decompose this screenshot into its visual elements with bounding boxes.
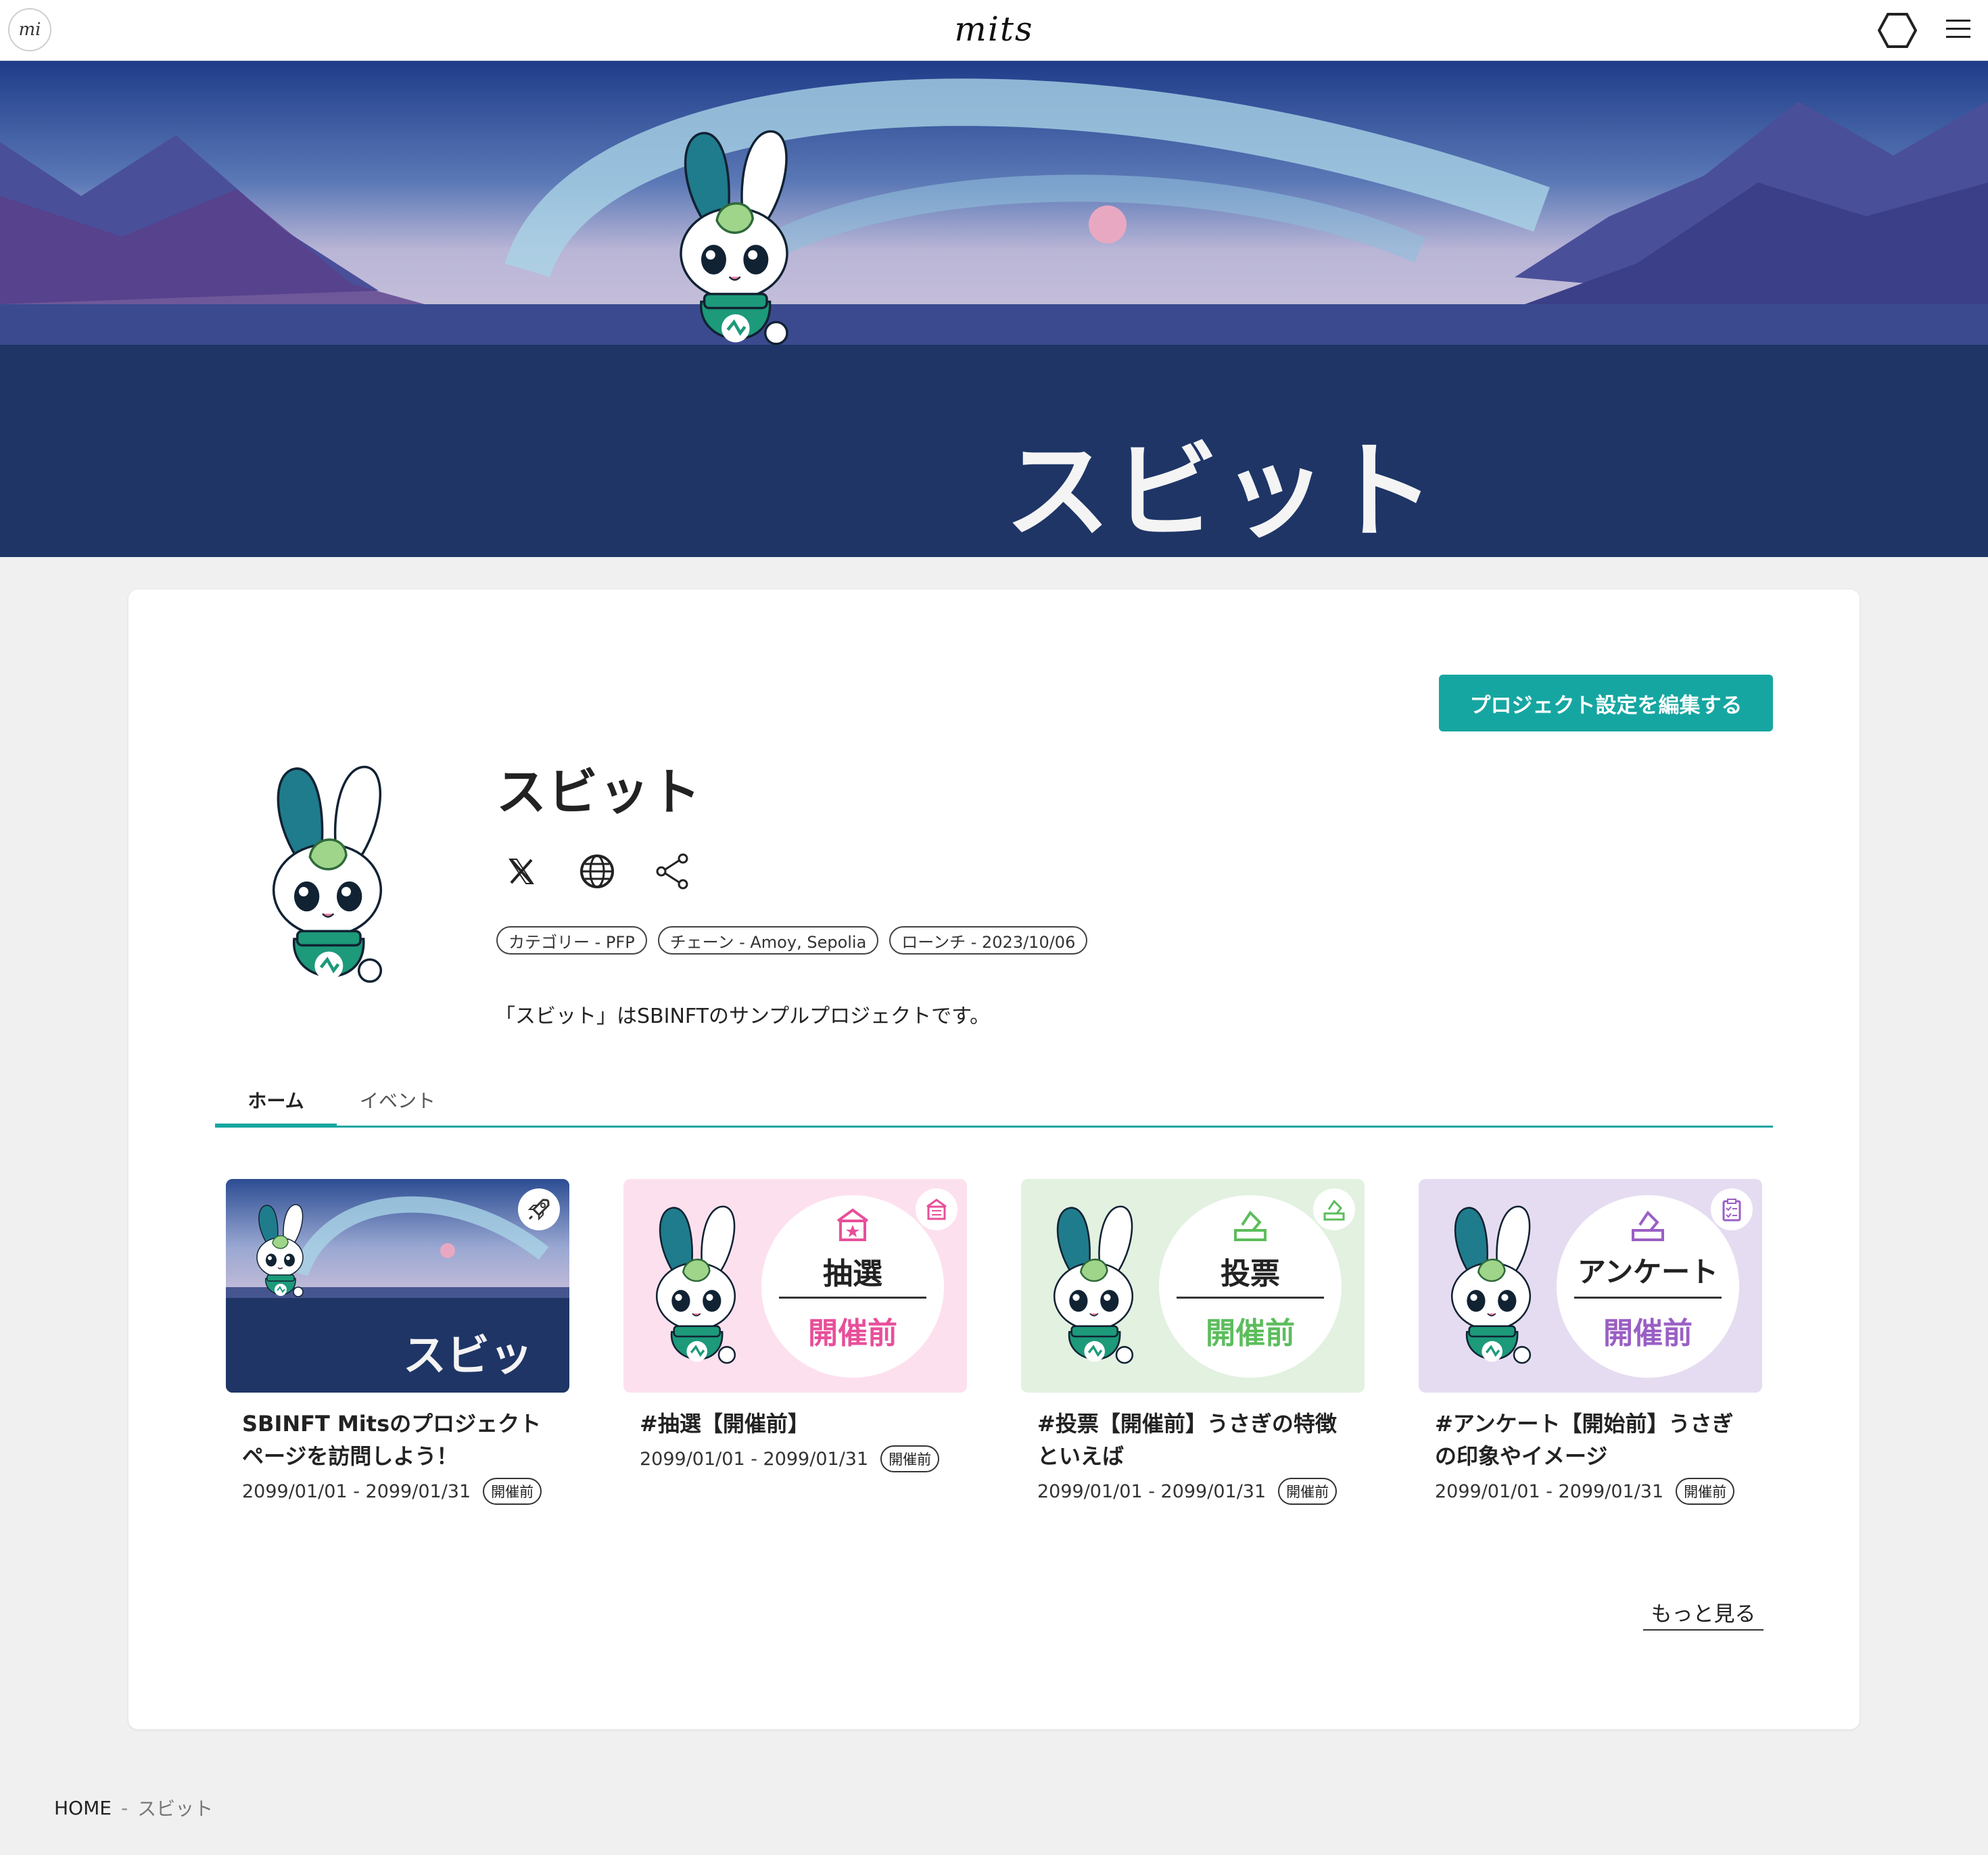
event-card[interactable]: 投票 開催前 #投票【開催前】うさぎの特徴といえば 2099/01/01 - 2… bbox=[1021, 1179, 1365, 1505]
rocket-icon bbox=[518, 1188, 560, 1230]
mits-brand-logo[interactable]: mits bbox=[947, 7, 1041, 51]
hero-title: スビット bbox=[1005, 430, 1438, 553]
status-badge: 開催前 bbox=[1676, 1478, 1735, 1505]
category-tag: カテゴリー - PFP bbox=[496, 926, 647, 955]
tab-events[interactable]: イベント bbox=[350, 1074, 445, 1126]
status-badge: 開催前 bbox=[483, 1478, 542, 1505]
event-thumbnail-text: スビット bbox=[403, 1331, 533, 1381]
mits-logo-badge[interactable]: mi bbox=[8, 8, 51, 51]
bunny-mascot bbox=[1434, 1199, 1548, 1382]
hero-illustration bbox=[0, 61, 1988, 557]
globe-icon[interactable] bbox=[576, 850, 618, 892]
project-tags: カテゴリー - PFP チェーン - Amoy, Sepolia ローンチ - … bbox=[496, 926, 1088, 955]
breadcrumb-home[interactable]: HOME bbox=[54, 1797, 112, 1819]
event-title[interactable]: SBINFT Mitsのプロジェクトページを訪問しよう！ bbox=[226, 1407, 569, 1472]
event-state-label: 開催前 bbox=[1603, 1316, 1693, 1351]
ballot-box-icon bbox=[1230, 1205, 1271, 1245]
project-card: プロジェクト設定を編集する スビット カテゴリー - PFP チェーン - Am… bbox=[128, 589, 1860, 1729]
event-meta: 2099/01/01 - 2099/01/31 開催前 bbox=[226, 1478, 569, 1505]
event-title[interactable]: #抽選【開催前】 bbox=[623, 1407, 967, 1440]
project-name: スビット bbox=[496, 763, 702, 821]
event-type-label: アンケート bbox=[1577, 1255, 1719, 1288]
hamburger-menu-icon[interactable] bbox=[1945, 18, 1972, 41]
breadcrumb: HOME - スビット bbox=[54, 1794, 213, 1821]
event-type-badge: 投票 開催前 bbox=[1159, 1195, 1342, 1378]
project-tabs: ホーム イベント bbox=[215, 1074, 1773, 1128]
event-type-label: 抽選 bbox=[823, 1257, 882, 1291]
event-type-label: 投票 bbox=[1221, 1257, 1280, 1291]
event-thumbnail[interactable]: スビット bbox=[226, 1179, 569, 1393]
ballot-box-icon bbox=[1628, 1205, 1668, 1245]
lottery-shop-icon bbox=[916, 1188, 957, 1230]
event-dates: 2099/01/01 - 2099/01/31 bbox=[640, 1448, 869, 1470]
event-thumbnail[interactable]: 投票 開催前 bbox=[1021, 1179, 1365, 1393]
lottery-shop-icon bbox=[832, 1205, 873, 1245]
bunny-mascot bbox=[1036, 1199, 1151, 1382]
hero-banner: スビット bbox=[0, 61, 1988, 557]
divider bbox=[779, 1297, 926, 1299]
breadcrumb-separator: - bbox=[120, 1796, 128, 1819]
edit-project-settings-button[interactable]: プロジェクト設定を編集する bbox=[1439, 675, 1773, 731]
event-meta: 2099/01/01 - 2099/01/31 開催前 bbox=[1419, 1478, 1762, 1505]
tab-home[interactable]: ホーム bbox=[215, 1074, 337, 1128]
bunny-mascot bbox=[638, 1199, 753, 1382]
hexagon-icon[interactable] bbox=[1877, 12, 1918, 49]
event-meta: 2099/01/01 - 2099/01/31 開催前 bbox=[623, 1445, 967, 1472]
event-card[interactable]: 抽選 開催前 #抽選【開催前】 2099/01/01 - 2099/01/31 … bbox=[623, 1179, 967, 1472]
status-badge: 開催前 bbox=[1278, 1478, 1338, 1505]
event-type-badge: アンケート 開催前 bbox=[1557, 1195, 1739, 1378]
event-card[interactable]: スビット SBINFT Mitsのプロジェクトページを訪問しよう！ 2099/0… bbox=[226, 1179, 569, 1505]
top-bar: mi mits bbox=[0, 0, 1988, 61]
event-dates: 2099/01/01 - 2099/01/31 bbox=[1037, 1480, 1267, 1502]
clipboard-check-icon bbox=[1711, 1188, 1753, 1230]
status-badge: 開催前 bbox=[880, 1445, 940, 1472]
event-state-label: 開催前 bbox=[808, 1316, 897, 1351]
event-dates: 2099/01/01 - 2099/01/31 bbox=[242, 1480, 471, 1502]
event-thumbnail[interactable]: アンケート 開催前 bbox=[1419, 1179, 1762, 1393]
event-meta: 2099/01/01 - 2099/01/31 開催前 bbox=[1021, 1478, 1365, 1505]
event-title[interactable]: #投票【開催前】うさぎの特徴といえば bbox=[1021, 1407, 1365, 1472]
project-description: 「スビット」はSBINFTのサンプルプロジェクトです。 bbox=[495, 1005, 991, 1028]
share-icon[interactable] bbox=[652, 850, 694, 892]
event-state-label: 開催前 bbox=[1206, 1316, 1295, 1351]
event-type-badge: 抽選 開催前 bbox=[761, 1195, 944, 1378]
event-list: スビット SBINFT Mitsのプロジェクトページを訪問しよう！ 2099/0… bbox=[226, 1179, 1774, 1531]
x-icon[interactable] bbox=[500, 850, 542, 892]
event-dates: 2099/01/01 - 2099/01/31 bbox=[1435, 1480, 1664, 1502]
see-more-link[interactable]: もっと見る bbox=[1643, 1597, 1764, 1631]
ballot-box-icon bbox=[1313, 1188, 1355, 1230]
divider bbox=[1574, 1297, 1722, 1299]
event-thumbnail[interactable]: 抽選 開催前 bbox=[623, 1179, 967, 1393]
launch-date-tag: ローンチ - 2023/10/06 bbox=[889, 926, 1088, 955]
event-card[interactable]: アンケート 開催前 #アンケート【開始前】うさぎの印象やイメージ 2099/01… bbox=[1419, 1179, 1762, 1505]
breadcrumb-current: スビット bbox=[137, 1798, 214, 1820]
event-title[interactable]: #アンケート【開始前】うさぎの印象やイメージ bbox=[1419, 1407, 1762, 1472]
chain-tag: チェーン - Amoy, Sepolia bbox=[657, 926, 879, 955]
project-avatar bbox=[239, 764, 415, 1001]
divider bbox=[1177, 1297, 1324, 1299]
